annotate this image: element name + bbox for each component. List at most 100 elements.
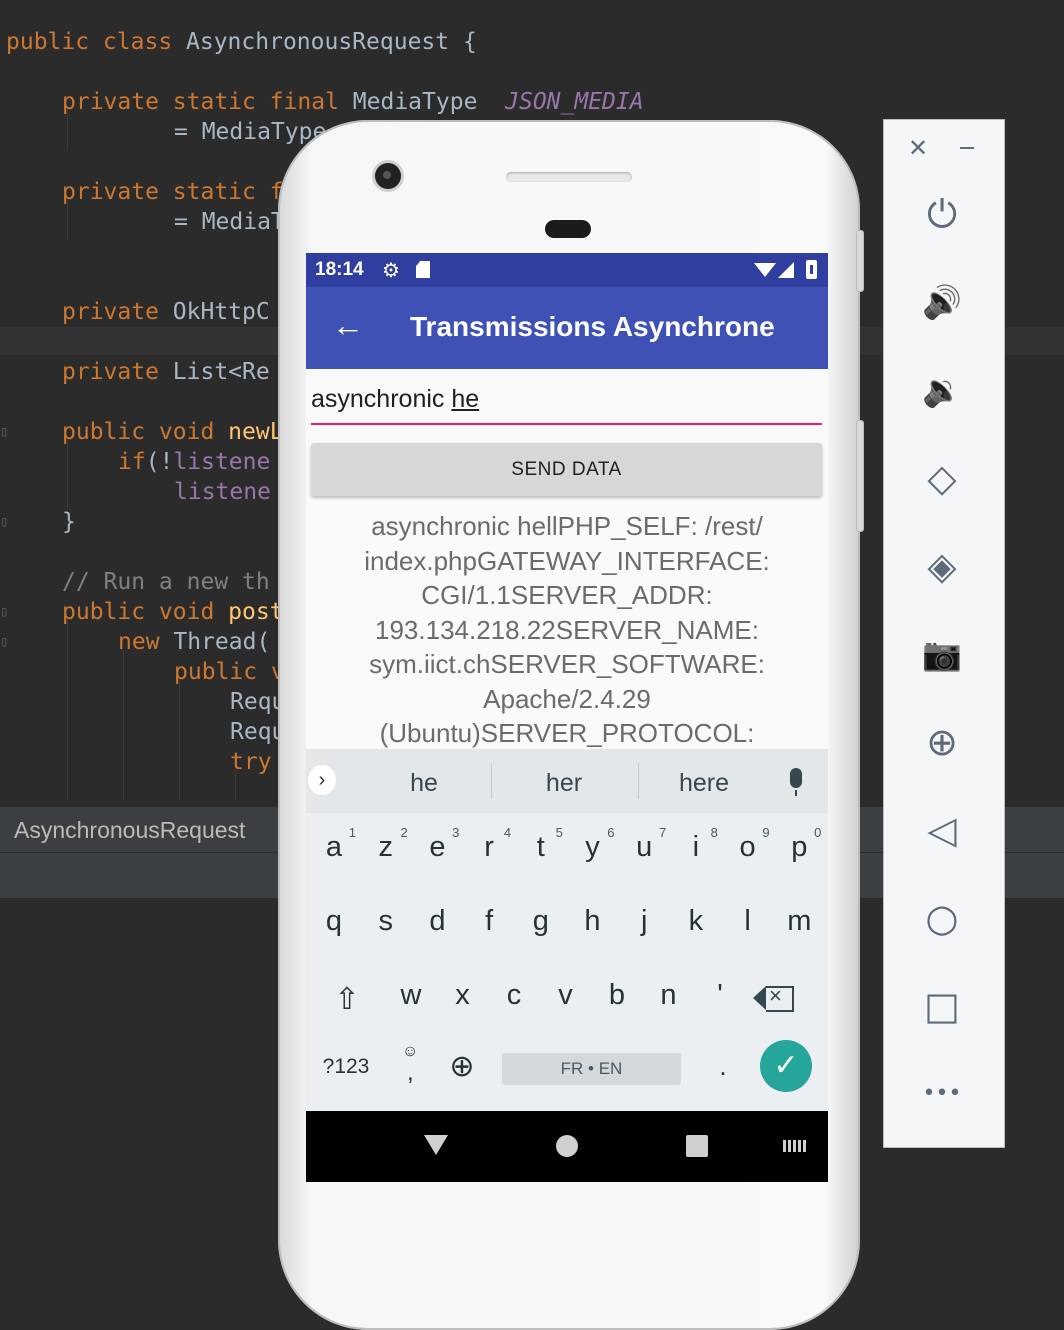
enter-check-icon[interactable]: ✓ <box>760 1040 812 1092</box>
code-token: try <box>230 749 272 775</box>
soft-keyboard[interactable]: › he her here 1a2z3e4r5t6y7u8i9o0p qsdfg… <box>306 749 828 1111</box>
rotate-left-icon[interactable]: ◇ <box>914 450 970 506</box>
fold-marker[interactable]: ▯ <box>0 634 8 650</box>
code-token: MediaType <box>352 89 506 115</box>
code-line[interactable]: if(!listene <box>118 447 270 477</box>
key-i[interactable]: 8i <box>670 825 722 864</box>
nav-back-icon[interactable] <box>424 1135 448 1155</box>
suggestion-3[interactable]: here <box>634 769 774 798</box>
code-line[interactable]: private static f <box>62 177 284 207</box>
key-label: e <box>429 831 446 863</box>
key-x[interactable]: x <box>437 979 489 1012</box>
volume-down-icon[interactable]: 🔉 <box>914 362 970 418</box>
key-j[interactable]: j <box>618 905 670 938</box>
key-hint: 8 <box>710 825 718 840</box>
key-p[interactable]: 0p <box>773 825 825 864</box>
indent-guide <box>123 650 124 800</box>
key-t[interactable]: 5t <box>515 825 567 864</box>
close-icon[interactable]: ✕ <box>908 134 928 162</box>
back-icon[interactable]: ◁ <box>914 802 970 858</box>
backspace-key-icon[interactable] <box>753 983 794 1012</box>
key-z[interactable]: 2z <box>360 825 412 864</box>
key-q[interactable]: q <box>308 905 360 938</box>
key-hint: 7 <box>658 825 667 840</box>
key-w[interactable]: w <box>385 979 437 1012</box>
symbols-key[interactable]: ?123 <box>318 1055 374 1079</box>
key-y[interactable]: 6y <box>567 825 619 864</box>
send-data-button[interactable]: SEND DATA <box>311 443 822 496</box>
fold-marker[interactable]: ▯ <box>0 424 8 440</box>
key-u[interactable]: 7u <box>618 825 670 864</box>
wifi-icon <box>754 263 776 277</box>
device-screen[interactable]: 18:14 ⚙ ← Transmissions Asynchrone async… <box>306 253 828 1182</box>
key-label: z <box>378 831 393 863</box>
period-key[interactable]: . <box>708 1051 738 1082</box>
key-hint: 9 <box>762 825 770 840</box>
key-o[interactable]: 9o <box>722 825 774 864</box>
response-text: asynchronic hellPHP_SELF: /rest/ index.p… <box>364 511 770 748</box>
code-token: private static final <box>62 89 353 115</box>
code-line[interactable]: listene <box>174 477 271 507</box>
overview-icon[interactable]: □ <box>914 978 970 1034</box>
key-n[interactable]: n <box>643 979 695 1012</box>
key-e[interactable]: 3e <box>411 825 463 864</box>
indent-guide <box>67 620 68 800</box>
nav-recents-icon[interactable] <box>686 1135 708 1157</box>
input-committed-text: asynchronic <box>311 385 452 413</box>
code-line[interactable]: new Thread( <box>118 627 270 657</box>
key-g[interactable]: g <box>515 905 567 938</box>
key-r[interactable]: 4r <box>463 825 515 864</box>
code-line[interactable]: public class AsynchronousRequest { <box>6 27 477 57</box>
minimize-icon[interactable] <box>960 147 974 149</box>
shift-key-icon[interactable]: ⇧ <box>321 982 373 1017</box>
key-v[interactable]: v <box>540 979 592 1012</box>
key-l[interactable]: l <box>722 905 774 938</box>
home-icon[interactable]: ○ <box>914 890 970 946</box>
comma-label: , <box>407 1059 414 1086</box>
key-k[interactable]: k <box>670 905 722 938</box>
side-button <box>856 230 864 292</box>
key-apostrophe[interactable]: ' <box>694 979 746 1012</box>
nav-home-icon[interactable] <box>556 1135 578 1157</box>
power-icon[interactable]: ⏻ <box>914 186 970 242</box>
code-line[interactable]: private static final MediaType JSON_MEDI… <box>62 87 644 117</box>
front-camera <box>375 163 401 189</box>
code-line[interactable]: = MediaT <box>174 207 285 237</box>
key-f[interactable]: f <box>463 905 515 938</box>
more-icon[interactable]: ••• <box>914 1066 970 1122</box>
rotate-right-icon[interactable]: ◈ <box>914 538 970 594</box>
space-bar[interactable]: FR • EN <box>502 1053 681 1085</box>
key-d[interactable]: d <box>411 905 463 938</box>
key-hint: 3 <box>452 825 460 840</box>
globe-icon[interactable]: ⊕ <box>444 1049 480 1084</box>
suggestion-1[interactable]: he <box>354 769 494 798</box>
keyboard-switch-icon[interactable] <box>783 1140 807 1152</box>
key-c[interactable]: c <box>488 979 540 1012</box>
code-line[interactable]: public void newL <box>62 417 284 447</box>
code-token: post <box>228 599 284 625</box>
code-token: listene <box>174 479 271 505</box>
camera-icon[interactable]: 📷 <box>914 626 970 682</box>
code-line[interactable]: } <box>62 507 76 537</box>
microphone-icon[interactable] <box>790 768 802 796</box>
fold-marker[interactable]: ▯ <box>0 604 8 620</box>
key-hint: 2 <box>400 825 408 840</box>
back-arrow-icon[interactable]: ← <box>332 307 364 344</box>
key-a[interactable]: 1a <box>308 825 360 864</box>
key-m[interactable]: m <box>773 905 825 938</box>
code-line[interactable]: private OkHttpC <box>62 297 270 327</box>
volume-up-icon[interactable]: 🔊 <box>914 274 970 330</box>
key-h[interactable]: h <box>567 905 619 938</box>
key-s[interactable]: s <box>360 905 412 938</box>
suggestion-2[interactable]: her <box>494 769 634 798</box>
earpiece <box>545 220 591 238</box>
fold-marker[interactable]: ▯ <box>0 514 8 530</box>
breadcrumb[interactable]: AsynchronousRequest <box>14 817 245 844</box>
code-token: public void <box>62 599 229 625</box>
code-line[interactable]: public v <box>174 657 285 687</box>
key-b[interactable]: b <box>591 979 643 1012</box>
message-input[interactable]: asynchronic he <box>311 385 822 425</box>
zoom-icon[interactable]: ⊕ <box>914 714 970 770</box>
code-token: // Run a new th <box>62 569 270 595</box>
chevron-right-icon[interactable]: › <box>308 765 336 795</box>
